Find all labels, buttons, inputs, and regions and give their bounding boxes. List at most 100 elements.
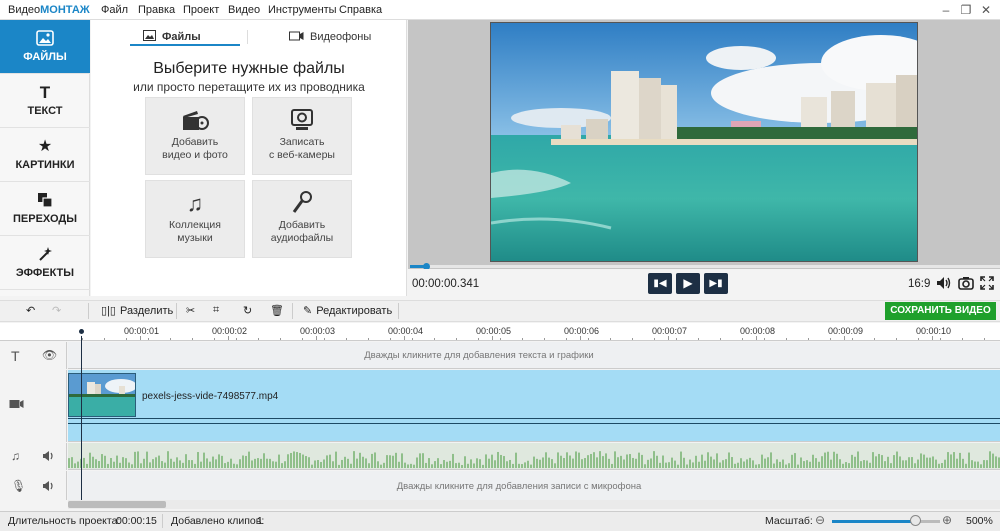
tab-divider [247, 30, 248, 44]
play-button[interactable]: ▶ [676, 273, 700, 294]
next-button[interactable]: ▶▮ [704, 273, 728, 294]
ruler-minor-tick [940, 338, 941, 340]
files-subheading: или просто перетащите их из проводника [133, 80, 365, 94]
redo-icon[interactable]: ↷ [52, 304, 61, 317]
tile-label: видео и фото [162, 149, 228, 161]
fullscreen-icon[interactable] [980, 276, 994, 293]
volume-icon[interactable] [936, 276, 952, 293]
ruler-minor-tick [522, 338, 523, 340]
sidebar-item-files[interactable]: ФАЙЛЫ [0, 20, 90, 74]
sidebar-item-label: ПЕРЕХОДЫ [13, 213, 77, 225]
edit-button[interactable]: ✎ Редактировать [303, 304, 392, 317]
ruler-tick-mark [316, 336, 317, 340]
video-preview[interactable] [490, 22, 918, 262]
split-button[interactable]: ▯|▯ Разделить [101, 304, 173, 317]
tab-video-backgrounds[interactable]: Видеофоны [289, 30, 371, 50]
timeline-scrollbar[interactable] [68, 500, 1000, 509]
sidebar-item-label: ТЕКСТ [27, 105, 63, 117]
files-heading: Выберите нужные файлы [153, 60, 345, 77]
ruler-minor-tick [236, 338, 237, 340]
clips-added-value: 1 [257, 515, 263, 527]
aspect-ratio-selector[interactable]: 16:9 [908, 278, 930, 290]
ruler-minor-tick [170, 338, 171, 340]
video-track[interactable] [68, 370, 1000, 442]
menu-project[interactable]: Проект [183, 4, 219, 16]
text-track[interactable]: Дважды кликните для добавления текста и … [68, 342, 1000, 369]
add-video-photo-button[interactable]: Добавить видео и фото [145, 97, 245, 175]
ruler-minor-tick [192, 338, 193, 340]
timeline-scrollbar-thumb[interactable] [68, 501, 166, 508]
sidebar: ФАЙЛЫ T ТЕКСТ ★ КАРТИНКИ ПЕРЕХОДЫ ЭФФЕКТ… [0, 20, 90, 296]
close-icon[interactable]: ✕ [978, 2, 994, 18]
menu-help[interactable]: Справка [339, 4, 382, 16]
sidebar-item-text[interactable]: T ТЕКСТ [0, 74, 90, 128]
ruler-tick-label: 00:00:09 [828, 326, 864, 336]
tile-label: Добавить [171, 136, 219, 148]
ruler-minor-tick [544, 338, 545, 340]
ruler-minor-tick [302, 338, 303, 340]
project-duration-value: 00:00:15 [116, 515, 157, 527]
crop-icon[interactable]: ⌗ [213, 304, 219, 317]
tile-label: аудиофайлы [270, 232, 334, 244]
zoom-in-icon[interactable]: ⊕ [942, 513, 952, 527]
clip-border-line [68, 423, 1000, 424]
playback-progress-track[interactable] [410, 265, 1000, 268]
tile-label: с веб-камеры [269, 149, 335, 161]
playhead-handle[interactable] [77, 327, 86, 336]
text-track-hint: Дважды кликните для добавления текста и … [364, 350, 594, 361]
snapshot-camera-icon[interactable] [958, 276, 974, 293]
zoom-out-icon[interactable]: ⊖ [815, 513, 825, 527]
ruler-minor-tick [808, 338, 809, 340]
sidebar-item-label: ЭФФЕКТЫ [15, 267, 75, 279]
sidebar-item-label: КАРТИНКИ [15, 159, 75, 171]
video-clip-thumbnail[interactable] [68, 373, 136, 417]
minimize-icon[interactable]: – [938, 2, 954, 18]
ruler-minor-tick [720, 338, 721, 340]
sidebar-item-effects[interactable]: ЭФФЕКТЫ [0, 236, 90, 290]
playhead-line[interactable] [81, 331, 82, 501]
maximize-icon[interactable]: ❐ [958, 2, 974, 18]
menu-video[interactable]: Видео [228, 4, 260, 16]
ruler-minor-tick [566, 338, 567, 340]
add-audio-files-button[interactable]: Добавить аудиофайлы [252, 180, 352, 258]
clip-thumbnail-image [69, 374, 135, 416]
ruler-minor-tick [368, 338, 369, 340]
zoom-slider-knob[interactable] [910, 515, 921, 526]
menu-file[interactable]: Файл [101, 4, 128, 16]
volume-icon[interactable] [42, 450, 56, 465]
menu-tools[interactable]: Инструменты [268, 4, 337, 16]
ruler-tick-mark [668, 336, 669, 340]
rotate-icon[interactable]: ↻ [243, 304, 252, 317]
save-video-button[interactable]: СОХРАНИТЬ ВИДЕО [885, 302, 996, 320]
audio-track-header: ♫ [0, 443, 67, 470]
ruler-minor-tick [126, 338, 127, 340]
delete-trash-icon[interactable]: 🗑 [270, 304, 284, 317]
transitions-icon [36, 192, 54, 210]
ruler-minor-tick [742, 338, 743, 340]
microphone-track[interactable]: Дважды кликните для добавления записи с … [68, 471, 1000, 500]
ruler-tick-mark [404, 336, 405, 340]
undo-icon[interactable]: ↶ [26, 304, 35, 317]
ruler-minor-tick [852, 338, 853, 340]
sidebar-item-images[interactable]: ★ КАРТИНКИ [0, 128, 90, 182]
split-icon: ▯|▯ [101, 305, 116, 317]
scissors-icon[interactable]: ✂ [186, 304, 195, 317]
zoom-label: Масштаб: [765, 515, 813, 527]
webcam-icon [253, 108, 351, 132]
sidebar-item-transitions[interactable]: ПЕРЕХОДЫ [0, 182, 90, 236]
audio-track[interactable] [68, 443, 1000, 470]
ruler-minor-tick [324, 338, 325, 340]
tab-files[interactable]: Файлы [143, 30, 201, 50]
ruler-minor-tick [390, 338, 391, 340]
ruler-minor-tick [984, 338, 985, 340]
split-label: Разделить [119, 305, 174, 317]
menu-edit[interactable]: Правка [138, 4, 175, 16]
record-webcam-button[interactable]: Записать с веб-камеры [252, 97, 352, 175]
app-logo: ВидеоМОНТАЖ [8, 4, 90, 16]
tile-label: Записать [279, 136, 325, 148]
music-collection-button[interactable]: ♫ Коллекция музыки [145, 180, 245, 258]
video-camera-icon [9, 398, 24, 413]
ruler-tick-label: 00:00:10 [916, 326, 952, 336]
clips-added-label: Добавлено клипов: [171, 515, 265, 527]
previous-button[interactable]: ▮◀ [648, 273, 672, 294]
